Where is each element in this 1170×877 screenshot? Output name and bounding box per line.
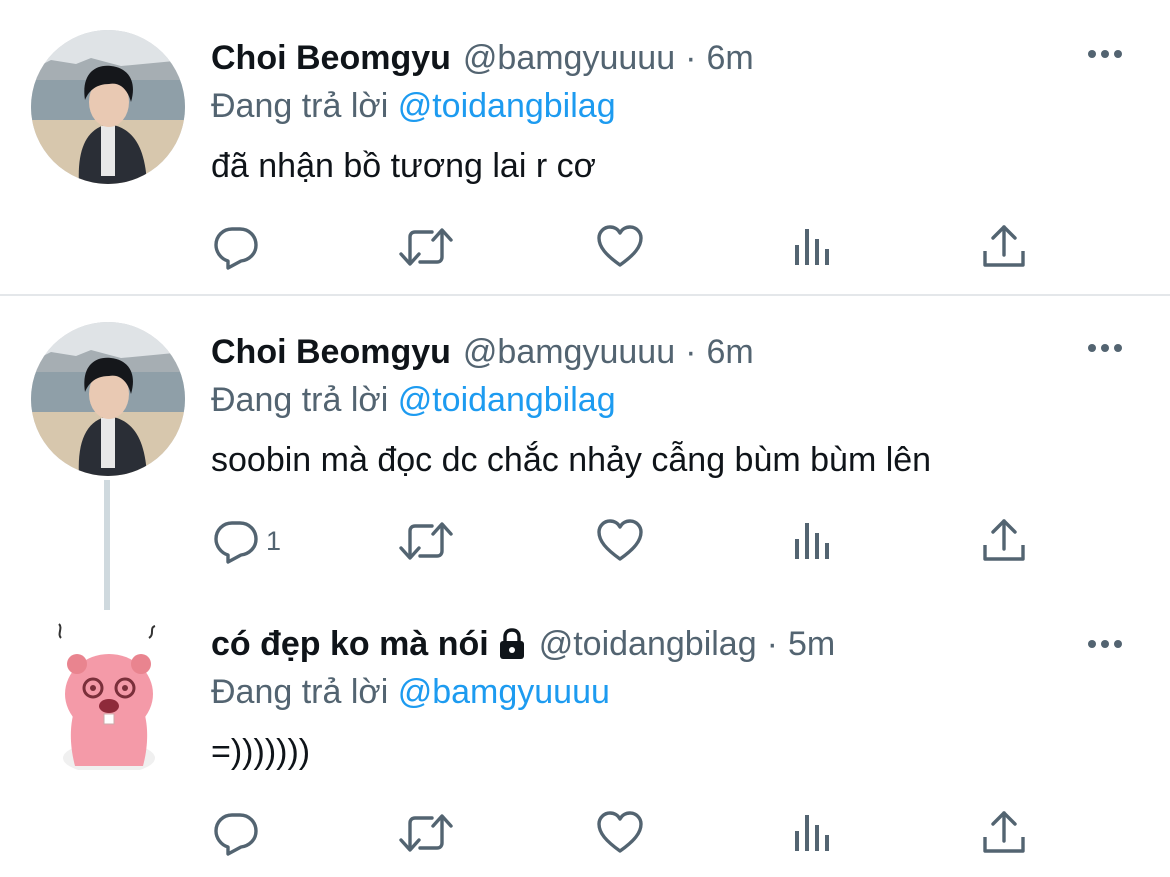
- replying-label: Đang trả lời: [211, 381, 398, 419]
- more-icon[interactable]: [1086, 42, 1124, 66]
- views-icon: [790, 809, 838, 857]
- like-button[interactable]: [596, 222, 644, 272]
- reply-icon: [212, 809, 260, 857]
- share-icon: [980, 517, 1028, 565]
- username[interactable]: @bamgyuuuu: [463, 36, 675, 80]
- reply-count: 1: [266, 525, 282, 556]
- action-bar: [212, 222, 1042, 272]
- reply-icon: [212, 223, 260, 271]
- pink-beaver-avatar: [31, 616, 185, 770]
- lock-icon: [497, 627, 527, 661]
- action-bar: [212, 808, 1042, 858]
- like-button[interactable]: [596, 516, 644, 566]
- replying-label: Đang trả lời: [211, 87, 398, 125]
- replying-mention[interactable]: @toidangbilag: [398, 381, 616, 419]
- replying-mention[interactable]: @toidangbilag: [398, 87, 616, 125]
- retweet-icon: [398, 809, 454, 857]
- tweet-text: =))))))): [211, 733, 311, 771]
- avatar[interactable]: [31, 30, 185, 184]
- tweet-text: đã nhận bồ tương lai r cơ: [211, 147, 596, 185]
- tweet-header: có đẹp ko mà nói @toidangbilag · 5m: [211, 622, 835, 666]
- tweet-header: Choi Beomgyu @bamgyuuuu · 6m: [211, 36, 754, 80]
- tweet-header: Choi Beomgyu @bamgyuuuu · 6m: [211, 330, 754, 374]
- reply-button[interactable]: 1: [212, 516, 281, 566]
- share-icon: [980, 223, 1028, 271]
- separator: ·: [685, 333, 697, 371]
- replying-label: Đang trả lời: [211, 673, 398, 711]
- share-button[interactable]: [980, 222, 1028, 272]
- retweet-button[interactable]: [398, 222, 454, 272]
- more-icon[interactable]: [1086, 632, 1124, 656]
- avatar[interactable]: [31, 322, 185, 476]
- share-button[interactable]: [980, 808, 1028, 858]
- display-name[interactable]: có đẹp ko mà nói: [211, 622, 489, 666]
- like-button[interactable]: [596, 808, 644, 858]
- timestamp[interactable]: 5m: [788, 622, 835, 666]
- views-icon: [790, 223, 838, 271]
- views-button[interactable]: [790, 808, 838, 858]
- tweet-1[interactable]: Choi Beomgyu @bamgyuuuu · 6m Đang trả lờ…: [0, 0, 1170, 296]
- tweet-2[interactable]: Choi Beomgyu @bamgyuuuu · 6m Đang trả lờ…: [0, 296, 1170, 596]
- display-name[interactable]: Choi Beomgyu: [211, 330, 451, 374]
- share-icon: [980, 809, 1028, 857]
- replying-mention[interactable]: @bamgyuuuu: [398, 673, 610, 711]
- retweet-icon: [398, 517, 454, 565]
- reply-button[interactable]: [212, 222, 266, 272]
- separator: ·: [685, 39, 697, 77]
- heart-icon: [596, 517, 644, 565]
- more-icon[interactable]: [1086, 336, 1124, 360]
- retweet-button[interactable]: [398, 516, 454, 566]
- reply-icon: [212, 517, 260, 565]
- replying-to: Đang trả lời @bamgyuuuu: [211, 670, 610, 714]
- retweet-button[interactable]: [398, 808, 454, 858]
- replying-to: Đang trả lời @toidangbilag: [211, 84, 616, 128]
- tweet-text: soobin mà đọc dc chắc nhảy cẫng bùm bùm …: [211, 441, 932, 479]
- views-icon: [790, 517, 838, 565]
- person-photo-avatar: [31, 30, 185, 184]
- tweet-3[interactable]: có đẹp ko mà nói @toidangbilag · 5m Đang…: [0, 596, 1170, 877]
- person-photo-avatar: [31, 322, 185, 476]
- timestamp[interactable]: 6m: [706, 36, 753, 80]
- views-button[interactable]: [790, 222, 838, 272]
- share-button[interactable]: [980, 516, 1028, 566]
- username[interactable]: @bamgyuuuu: [463, 330, 675, 374]
- views-button[interactable]: [790, 516, 838, 566]
- retweet-icon: [398, 223, 454, 271]
- username[interactable]: @toidangbilag: [539, 622, 757, 666]
- heart-icon: [596, 809, 644, 857]
- heart-icon: [596, 223, 644, 271]
- separator: ·: [766, 625, 778, 663]
- replying-to: Đang trả lời @toidangbilag: [211, 378, 616, 422]
- timestamp[interactable]: 6m: [706, 330, 753, 374]
- action-bar: 1: [212, 516, 1042, 566]
- display-name[interactable]: Choi Beomgyu: [211, 36, 451, 80]
- reply-button[interactable]: [212, 808, 266, 858]
- avatar[interactable]: [31, 616, 185, 770]
